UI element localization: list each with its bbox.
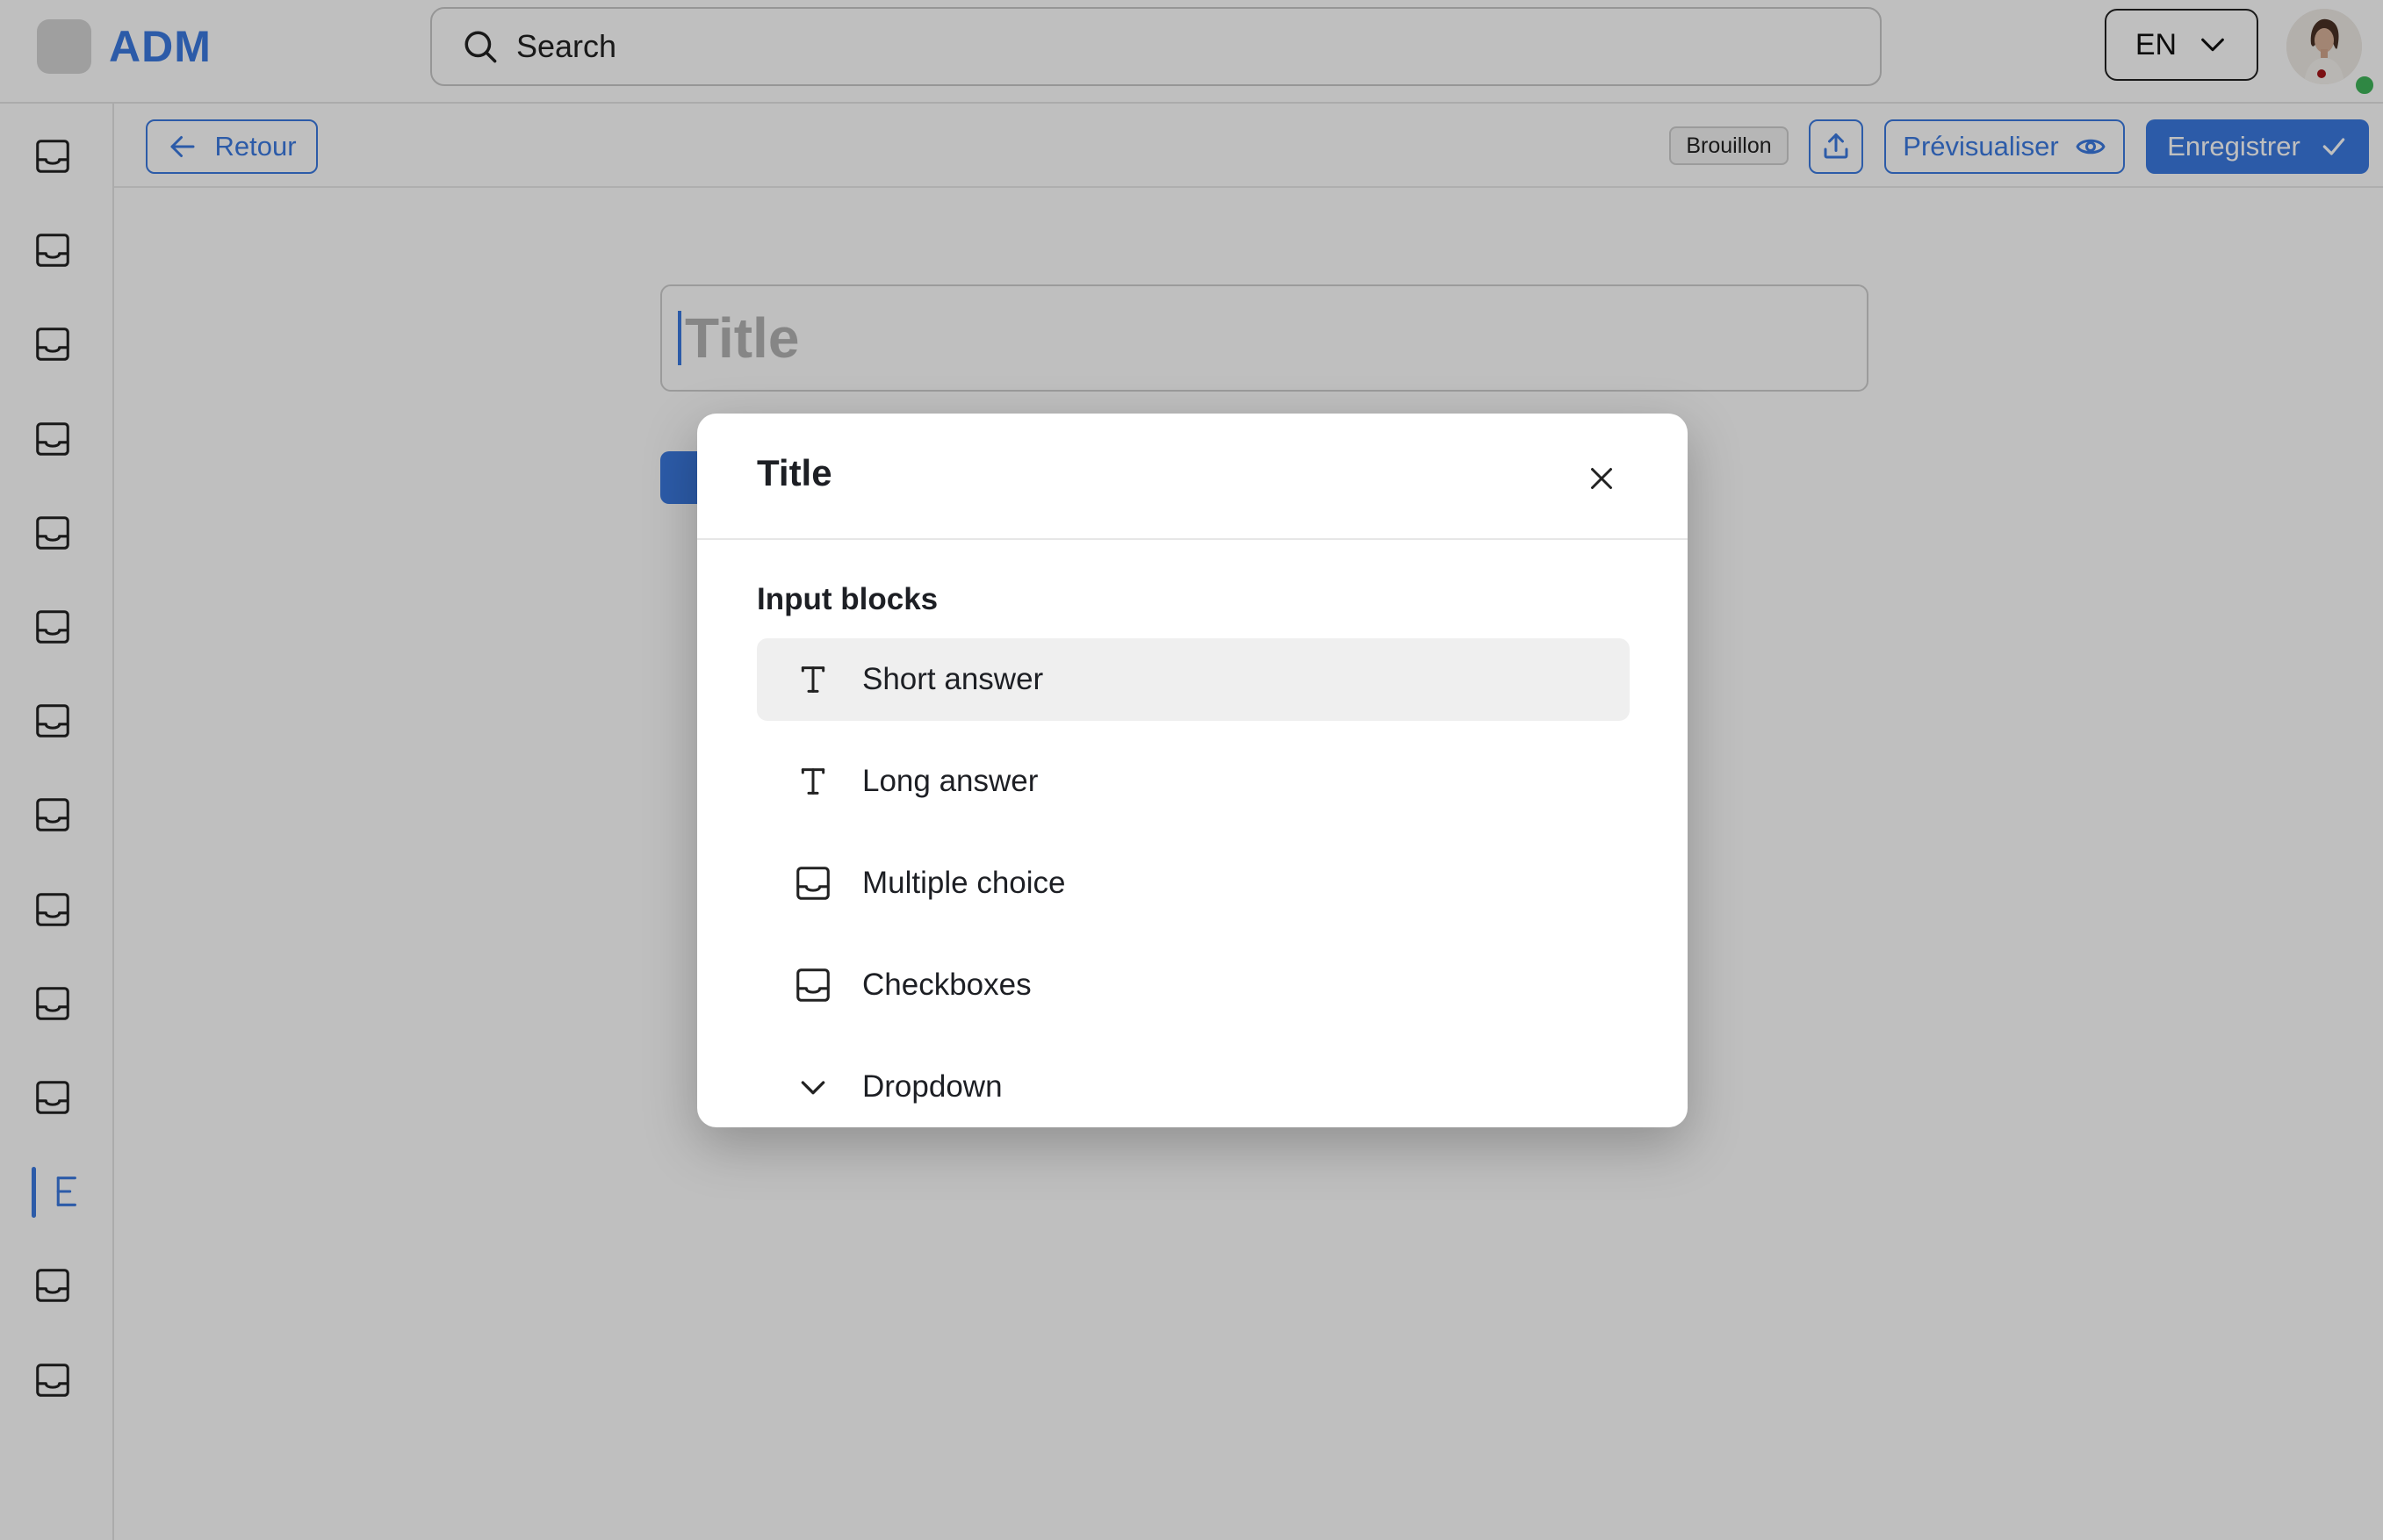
inbox-icon bbox=[792, 862, 834, 904]
block-option-long-answer[interactable]: Long answer bbox=[757, 740, 1630, 823]
close-icon bbox=[1591, 468, 1612, 489]
block-option-multiple-choice[interactable]: Multiple choice bbox=[757, 842, 1630, 925]
text-icon bbox=[792, 760, 834, 802]
block-option-label: Multiple choice bbox=[862, 866, 1066, 900]
block-option-label: Long answer bbox=[862, 764, 1039, 798]
section-label: Input blocks bbox=[757, 582, 939, 616]
block-option-short-answer[interactable]: Short answer bbox=[757, 638, 1630, 721]
block-option-dropdown[interactable]: Dropdown bbox=[757, 1046, 1630, 1127]
close-button[interactable] bbox=[1577, 454, 1626, 503]
block-option-label: Dropdown bbox=[862, 1069, 1003, 1104]
block-option-label: Checkboxes bbox=[862, 968, 1032, 1002]
modal-title: Title bbox=[757, 452, 832, 493]
text-icon bbox=[792, 658, 834, 701]
chevron-down-icon bbox=[792, 1066, 834, 1108]
add-block-modal: Title Input blocks Short answer Long ans… bbox=[697, 414, 1688, 1127]
input-block-list: Short answer Long answer Multiple choice bbox=[757, 638, 1630, 1127]
modal-header: Title bbox=[697, 414, 1688, 540]
block-option-checkboxes[interactable]: Checkboxes bbox=[757, 944, 1630, 1026]
inbox-icon bbox=[792, 964, 834, 1006]
block-option-label: Short answer bbox=[862, 662, 1044, 696]
